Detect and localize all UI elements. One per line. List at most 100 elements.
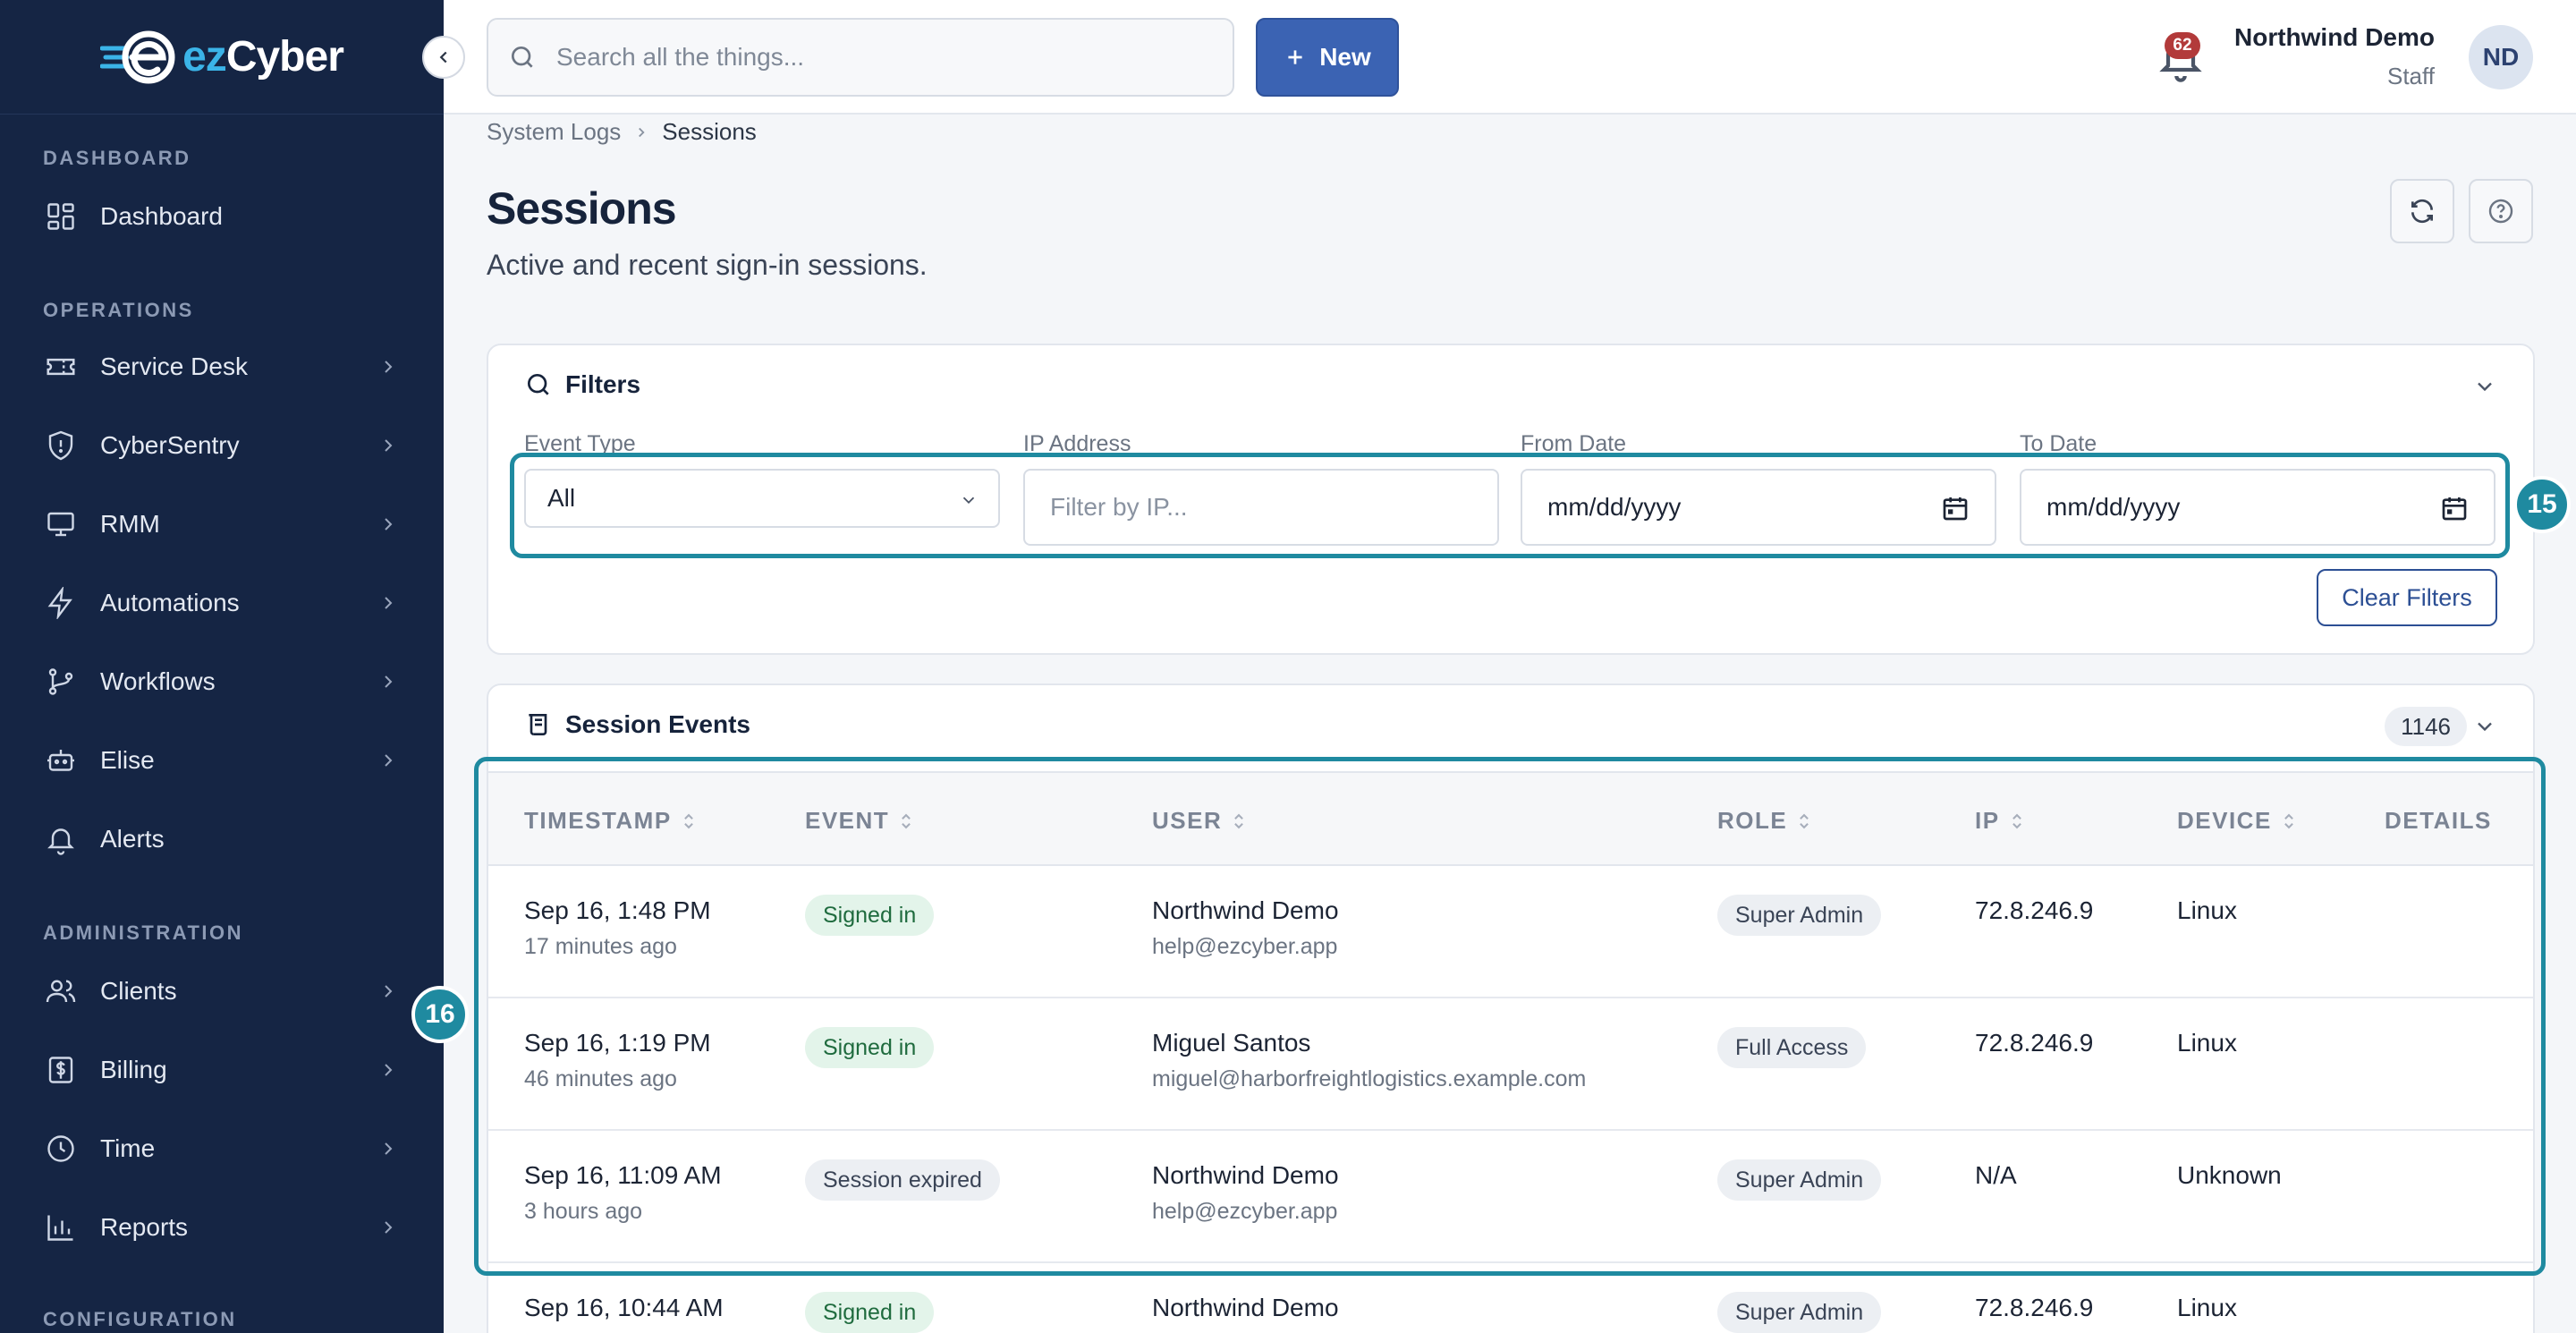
topbar: New 62 Northwind Demo Staff ND — [444, 0, 2576, 115]
column-header-user[interactable]: USER — [1152, 807, 1247, 835]
sidebar-item-automations[interactable]: Automations — [0, 571, 444, 635]
sidebar-item-label: Automations — [100, 589, 240, 616]
plus-icon — [1288, 50, 1302, 64]
user-name: Northwind Demo — [1152, 1294, 1339, 1321]
user-name[interactable]: Northwind Demo — [2234, 23, 2435, 52]
search-icon — [512, 47, 533, 68]
bell-icon — [43, 821, 79, 857]
sort-icon — [2012, 813, 2021, 828]
timestamp: Sep 16, 11:09 AM — [524, 1161, 722, 1189]
ip-address-field[interactable] — [1023, 469, 1499, 546]
new-button[interactable]: New — [1256, 18, 1399, 97]
ezcyber-logo[interactable]: ezCyber — [100, 29, 344, 86]
sidebar-item-rmm[interactable]: RMM — [0, 492, 444, 556]
column-header-event[interactable]: EVENT — [805, 807, 914, 835]
clear-filters-button[interactable]: Clear Filters — [2317, 569, 2497, 626]
breadcrumb-system-logs[interactable]: System Logs — [487, 118, 621, 146]
sidebar-item-time[interactable]: Time — [0, 1116, 444, 1181]
chevron-down-icon[interactable] — [2472, 714, 2497, 739]
sidebar-item-reports[interactable]: Reports — [0, 1195, 444, 1260]
session-events-title: Session Events — [565, 710, 750, 738]
sidebar-item-label: Service Desk — [100, 352, 248, 380]
bar-chart-icon — [43, 1210, 79, 1245]
sidebar-item-cybersentry[interactable]: CyberSentry — [0, 413, 444, 478]
refresh-button[interactable] — [2390, 179, 2454, 243]
to-date-field[interactable]: mm/dd/yyyy — [2020, 469, 2496, 546]
event-type-select[interactable]: All — [524, 469, 1000, 528]
monitor-icon — [43, 506, 79, 542]
chevron-right-icon — [385, 1221, 393, 1234]
table-row[interactable]: Sep 16, 11:09 AM 3 hours ago Session exp… — [488, 1131, 2533, 1263]
sidebar-item-billing[interactable]: Billing — [0, 1038, 444, 1102]
marker-16: 16 — [411, 986, 469, 1043]
calendar-icon[interactable] — [1941, 494, 1970, 522]
sidebar-item-label: Dashboard — [100, 202, 223, 230]
brand-name: ezCyber — [182, 33, 344, 81]
sidebar-item-workflows[interactable]: Workflows — [0, 650, 444, 714]
to-date-label: To Date — [2020, 431, 2097, 456]
role-badge: Super Admin — [1717, 895, 1882, 936]
sidebar-item-elise[interactable]: Elise — [0, 728, 444, 793]
chevron-down-icon[interactable] — [2472, 374, 2497, 399]
table-row[interactable]: Sep 16, 10:44 AM Signed in Northwind Dem… — [488, 1263, 2533, 1333]
ticket-icon — [43, 349, 79, 385]
sidebar-item-alerts[interactable]: Alerts — [0, 807, 444, 871]
ip-address-input[interactable] — [1050, 493, 1444, 522]
timestamp: Sep 16, 10:44 AM — [524, 1294, 724, 1321]
filters-header[interactable]: Filters — [524, 370, 640, 399]
ip-address: 72.8.246.9 — [1975, 1294, 2094, 1321]
user-email: miguel@harborfreightlogistics.example.co… — [1152, 1066, 1587, 1091]
users-icon — [43, 973, 79, 1009]
to-date-value: mm/dd/yyyy — [2046, 493, 2181, 521]
search-input[interactable] — [556, 43, 1182, 72]
column-header-timestamp[interactable]: TIMESTAMP — [524, 807, 697, 835]
chevron-right-icon — [385, 754, 393, 767]
collapse-sidebar-button[interactable] — [422, 36, 465, 79]
chevron-right-icon — [385, 675, 393, 688]
session-events-header[interactable]: Session Events — [524, 710, 750, 739]
from-date-field[interactable]: mm/dd/yyyy — [1521, 469, 1996, 546]
sidebar: ezCyber DASHBOARD Dashboard OPERATIONS S… — [0, 0, 444, 1333]
page-title: Sessions — [487, 183, 677, 233]
sidebar-item-clients[interactable]: Clients — [0, 959, 444, 1023]
column-header-ip[interactable]: IP — [1975, 807, 2025, 835]
sidebar-item-label: Time — [100, 1134, 156, 1162]
help-button[interactable] — [2469, 179, 2533, 243]
user-name: Northwind Demo — [1152, 1161, 1339, 1189]
device: Unknown — [2177, 1161, 2282, 1189]
marker-15: 15 — [2513, 476, 2571, 533]
chevron-right-icon — [385, 1142, 393, 1155]
table-row[interactable]: Sep 16, 1:48 PM 17 minutes ago Signed in… — [488, 866, 2533, 998]
column-header-role[interactable]: ROLE — [1717, 807, 1812, 835]
column-header-device[interactable]: DEVICE — [2177, 807, 2297, 835]
event-badge: Signed in — [805, 895, 935, 936]
from-date-value: mm/dd/yyyy — [1547, 493, 1682, 521]
table-header: TIMESTAMP EVENT USER ROLE IP DEVICE DETA… — [488, 771, 2533, 866]
table-row[interactable]: Sep 16, 1:19 PM 46 minutes ago Signed in… — [488, 998, 2533, 1131]
global-search[interactable] — [487, 18, 1234, 97]
event-type-label: Event Type — [524, 431, 636, 456]
user-role: Staff — [2386, 63, 2435, 89]
refresh-icon — [2411, 199, 2433, 224]
user-name: Northwind Demo — [1152, 896, 1339, 924]
breadcrumb: System Logs Sessions — [487, 118, 757, 146]
role-badge: Super Admin — [1717, 1292, 1882, 1333]
from-date-label: From Date — [1521, 431, 1627, 456]
device: Linux — [2177, 1294, 2237, 1321]
logo-mark-icon — [100, 30, 175, 83]
sidebar-item-service-desk[interactable]: Service Desk — [0, 335, 444, 399]
clock-icon — [43, 1131, 79, 1167]
event-badge: Signed in — [805, 1292, 935, 1333]
chevron-right-icon — [385, 361, 393, 373]
ip-address: 72.8.246.9 — [1975, 1029, 2094, 1057]
calendar-icon[interactable] — [2440, 494, 2469, 522]
notification-count-badge: 62 — [2165, 32, 2200, 59]
timestamp: Sep 16, 1:19 PM — [524, 1029, 711, 1057]
timestamp: Sep 16, 1:48 PM — [524, 896, 711, 924]
relative-time: 46 minutes ago — [524, 1066, 677, 1091]
chevron-right-icon — [385, 1064, 393, 1076]
section-label-configuration: CONFIGURATION — [43, 1308, 237, 1330]
avatar[interactable]: ND — [2469, 25, 2533, 89]
relative-time: 17 minutes ago — [524, 934, 677, 959]
sidebar-item-dashboard[interactable]: Dashboard — [0, 184, 444, 249]
